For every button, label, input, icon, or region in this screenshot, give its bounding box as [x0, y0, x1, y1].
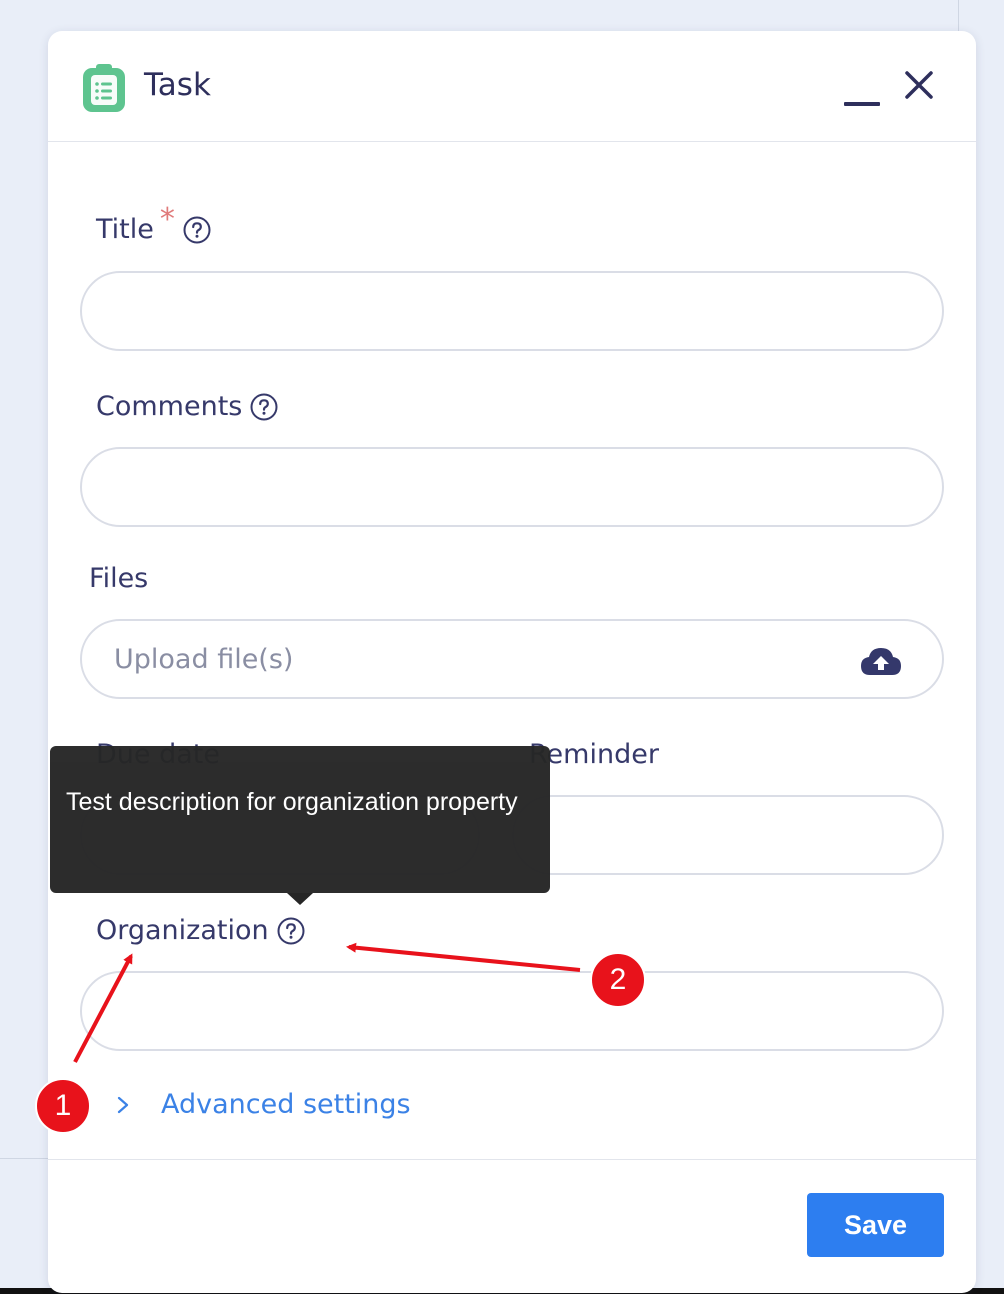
- annotation-badge-1: 1: [35, 1078, 91, 1134]
- footer-divider: [48, 1159, 976, 1160]
- organization-field[interactable]: [80, 971, 944, 1051]
- organization-input[interactable]: [82, 973, 942, 1049]
- comments-field[interactable]: [80, 447, 944, 527]
- help-icon[interactable]: [183, 216, 211, 244]
- help-icon[interactable]: [277, 917, 305, 945]
- tooltip-text: Test description for organization proper…: [66, 788, 518, 816]
- cloud-upload-icon[interactable]: [860, 645, 902, 677]
- comments-label: Comments: [96, 391, 243, 422]
- close-icon[interactable]: [903, 69, 935, 101]
- help-icon[interactable]: [250, 393, 278, 421]
- organization-label-row: Organization: [96, 915, 305, 946]
- dialog-header: Task: [48, 31, 976, 142]
- title-label: Title: [96, 214, 154, 245]
- upload-input[interactable]: [82, 621, 942, 697]
- title-field[interactable]: [80, 271, 944, 351]
- required-asterisk: *: [159, 202, 175, 237]
- minimize-button[interactable]: [844, 86, 880, 106]
- comments-input[interactable]: [82, 449, 942, 525]
- title-input[interactable]: [82, 273, 942, 349]
- title-label-row: Title *: [96, 202, 211, 247]
- upload-field[interactable]: [80, 619, 944, 699]
- clipboard-icon: [83, 64, 125, 112]
- organization-tooltip: Test description for organization proper…: [50, 746, 550, 893]
- background-divider: [0, 1158, 50, 1159]
- advanced-settings-label: Advanced settings: [161, 1089, 411, 1120]
- chevron-right-icon: [117, 1096, 129, 1113]
- tooltip-arrow: [287, 893, 313, 905]
- reminder-input[interactable]: [514, 797, 942, 873]
- save-button[interactable]: Save: [807, 1193, 944, 1257]
- minimize-icon: [844, 102, 880, 106]
- files-label: Files: [89, 563, 149, 594]
- files-label-row: Files: [89, 563, 148, 594]
- comments-label-row: Comments: [96, 391, 278, 422]
- advanced-settings-toggle[interactable]: Advanced settings: [113, 1089, 411, 1120]
- reminder-field[interactable]: [512, 795, 944, 875]
- annotation-badge-2: 2: [590, 952, 646, 1008]
- task-dialog: Task Title * Comments Files Upload file(…: [48, 31, 976, 1293]
- dialog-title: Task: [144, 67, 211, 103]
- organization-label: Organization: [96, 915, 269, 946]
